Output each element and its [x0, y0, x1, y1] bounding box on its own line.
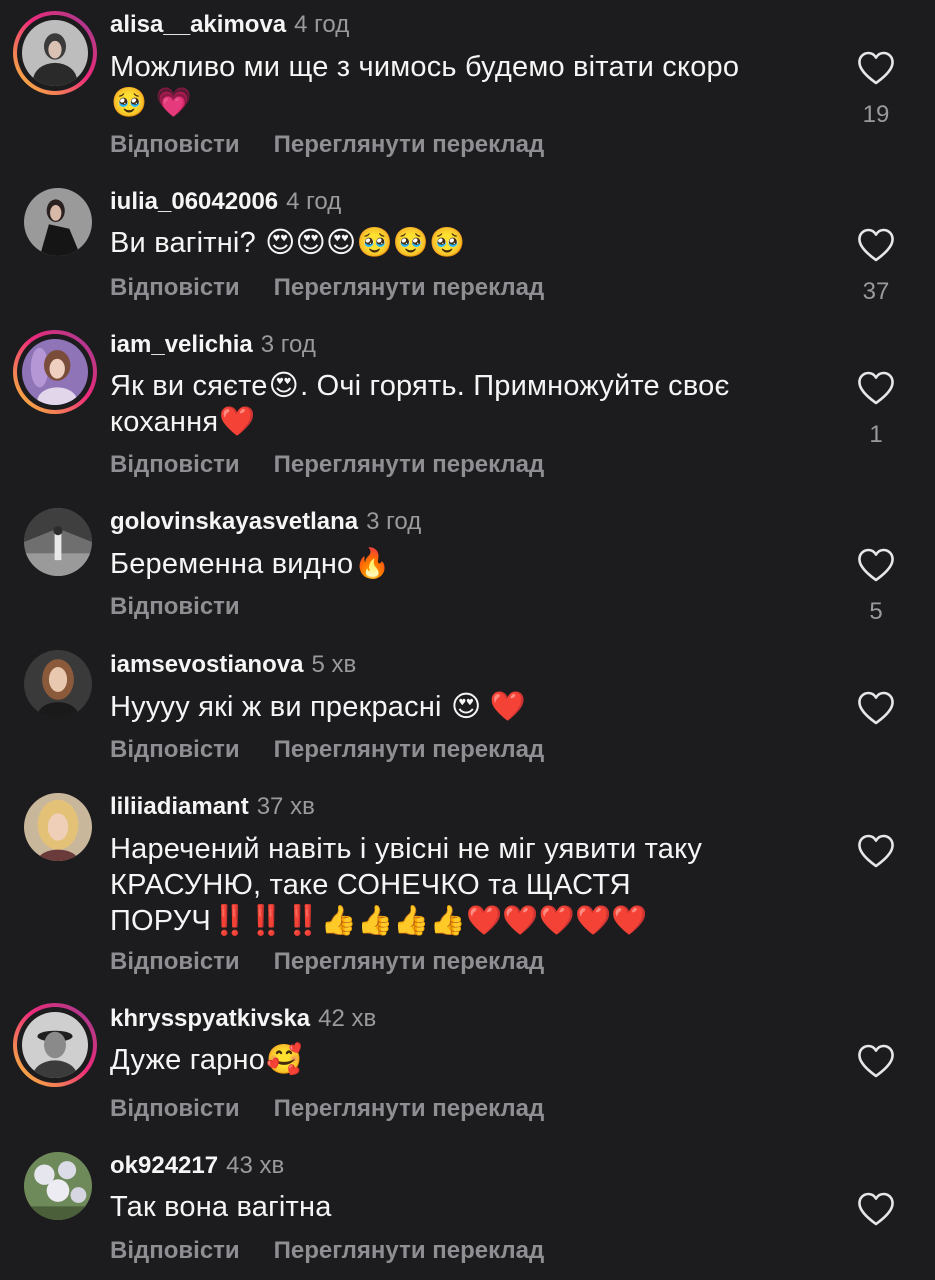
like-heart-icon[interactable] [856, 50, 896, 86]
timestamp: 3 год [260, 331, 316, 358]
username[interactable]: liliiadiamant [110, 793, 249, 820]
avatar [24, 188, 92, 256]
username[interactable]: iulia_06042006 [110, 188, 278, 215]
avatar-frame[interactable] [24, 1152, 92, 1220]
avatar-story-ring[interactable] [13, 11, 97, 95]
like-heart-icon[interactable] [856, 1191, 896, 1227]
comment-text-body: Нуууу які ж ви прекрасні [110, 691, 442, 723]
avatar-frame[interactable] [24, 650, 92, 718]
avatar-frame[interactable] [24, 508, 92, 576]
like-heart-icon[interactable] [856, 690, 896, 726]
comment-text-body: Ви вагітні? [110, 227, 256, 259]
reply-button[interactable]: Відповісти [110, 451, 240, 478]
avatar-frame[interactable] [24, 188, 92, 256]
reply-button[interactable]: Відповісти [110, 131, 240, 158]
timestamp: 37 хв [256, 793, 315, 820]
translate-button[interactable]: Переглянути переклад [274, 736, 545, 763]
like-count: 1 [869, 421, 883, 448]
translate-button[interactable]: Переглянути переклад [274, 131, 545, 158]
like-count: 37 [862, 278, 890, 305]
avatar [24, 508, 92, 576]
comment-text-body: Так вона вагітна [110, 1191, 332, 1223]
timestamp: 3 год [366, 508, 422, 535]
avatar [24, 1152, 92, 1220]
username[interactable]: iam_velichia [110, 331, 253, 358]
comment-text-line: КРАСУНЮ, таке СОНЕЧКО та ЩАСТЯ [110, 869, 631, 901]
comment-text: Нуууу які ж ви прекрасні 😍 ❤️ [110, 689, 770, 725]
translate-button[interactable]: Переглянути переклад [274, 274, 545, 301]
like-heart-icon[interactable] [856, 1043, 896, 1079]
comment-text: Так вона вагітна [110, 1189, 770, 1225]
reply-button[interactable]: Відповісти [110, 948, 240, 975]
translate-button[interactable]: Переглянути переклад [274, 1237, 545, 1264]
translate-button[interactable]: Переглянути переклад [274, 451, 545, 478]
reply-button[interactable]: Відповісти [110, 1095, 240, 1122]
emoji: 🥰 [266, 1044, 303, 1076]
comment-text-body: Беременна видно [110, 548, 354, 580]
like-heart-icon[interactable] [856, 227, 896, 263]
avatar [22, 1012, 88, 1078]
like-heart-icon[interactable] [856, 833, 896, 869]
comment-text: Наречений навіть і увісні не міг уявити … [110, 831, 770, 939]
timestamp: 4 год [294, 11, 350, 38]
username[interactable]: alisa__akimova [110, 11, 286, 38]
comment-text-part: . Очі горять. Примножуйте своє [300, 370, 730, 402]
comment-text: Як ви сяєте😍. Очі горять. Примножуйте св… [110, 368, 770, 440]
comment-text: Дуже гарно🥰 [110, 1042, 770, 1078]
like-heart-icon[interactable] [856, 370, 896, 406]
comment-text-part: Як ви сяєте [110, 370, 268, 402]
comment-text: Беременна видно🔥 [110, 546, 770, 582]
timestamp: 43 хв [226, 1152, 285, 1179]
reply-button[interactable]: Відповісти [110, 274, 240, 301]
comment-text-line: Наречений навіть і увісні не міг уявити … [110, 833, 703, 865]
translate-button[interactable]: Переглянути переклад [274, 1095, 545, 1122]
like-heart-icon[interactable] [856, 547, 896, 583]
avatar [24, 793, 92, 861]
comment-text-body: Дуже гарно [110, 1044, 266, 1076]
comment-text-line: Можливо ми ще з чимось будемо вітати ско… [110, 51, 740, 83]
username[interactable]: iamsevostianova [110, 651, 303, 678]
comment-text-part: кохання [110, 406, 219, 438]
emoji: ❤️ [219, 406, 256, 438]
username[interactable]: ok924217 [110, 1152, 218, 1179]
timestamp: 42 хв [318, 1005, 377, 1032]
emoji: 🔥 [354, 548, 391, 580]
emoji-group: 😍 ❤️ [450, 691, 526, 723]
avatar-story-ring[interactable] [13, 1003, 97, 1087]
avatar-frame[interactable] [24, 793, 92, 861]
comment-text: Можливо ми ще з чимось будемо вітати ско… [110, 49, 770, 121]
emoji-group: ‼️‼️‼️👍👍👍👍❤️❤️❤️❤️❤️ [211, 905, 648, 937]
avatar [22, 20, 88, 86]
like-count: 19 [862, 101, 890, 128]
username[interactable]: khrysspyatkivska [110, 1005, 310, 1032]
comment-text: Ви вагітні? 😍😍😍🥹🥹🥹 [110, 225, 770, 261]
timestamp: 4 год [286, 188, 342, 215]
reply-button[interactable]: Відповісти [110, 736, 240, 763]
reply-button[interactable]: Відповісти [110, 593, 240, 620]
avatar [22, 339, 88, 405]
avatar [24, 650, 92, 718]
emoji: 😍 [268, 370, 300, 402]
emoji-group: 😍😍😍🥹🥹🥹 [265, 227, 466, 259]
comment-text-line: ПОРУЧ [110, 905, 211, 937]
reply-button[interactable]: Відповісти [110, 1237, 240, 1264]
translate-button[interactable]: Переглянути переклад [274, 948, 545, 975]
timestamp: 5 хв [311, 651, 357, 678]
like-count: 5 [869, 598, 883, 625]
username[interactable]: golovinskayasvetlana [110, 508, 358, 535]
emoji-group: 🥹 💗 [111, 87, 192, 119]
avatar-story-ring[interactable] [13, 330, 97, 414]
